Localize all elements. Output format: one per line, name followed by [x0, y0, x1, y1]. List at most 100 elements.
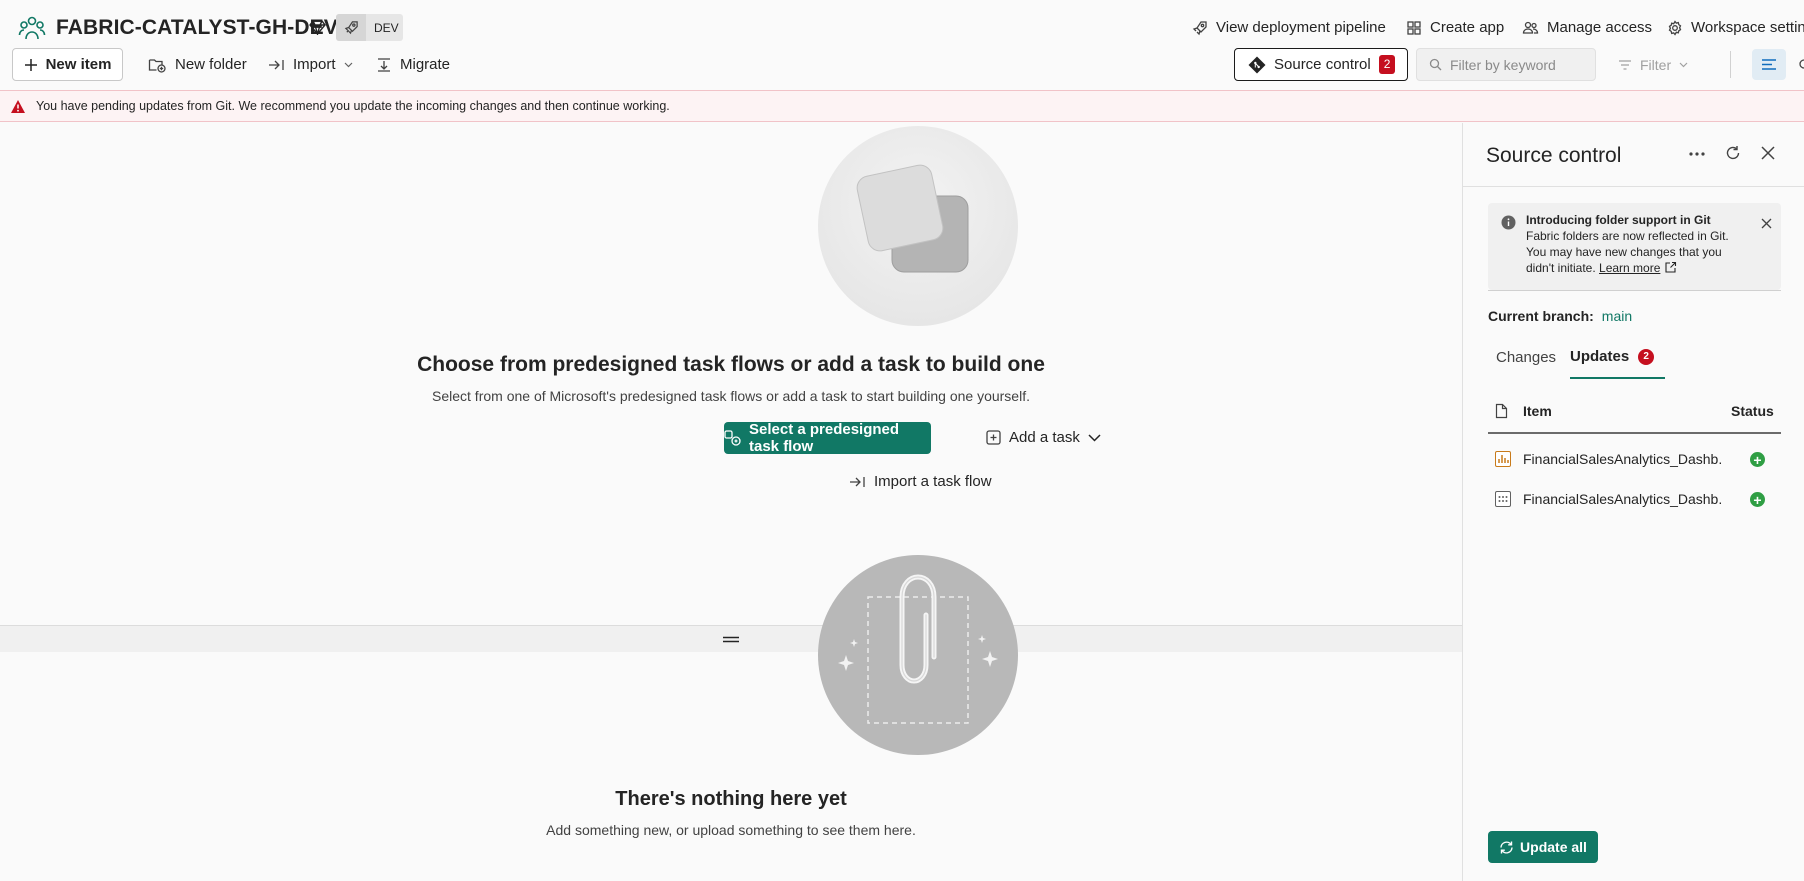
current-branch-name[interactable]: main [1602, 308, 1632, 324]
source-control-button[interactable]: Source control 2 [1234, 48, 1408, 81]
folder-support-info-text: Introducing folder support in Git Fabric… [1526, 212, 1748, 276]
rocket-icon [1192, 20, 1208, 36]
stacked-cards-icon [856, 164, 969, 273]
import-icon [268, 58, 285, 72]
create-app-label: Create app [1430, 19, 1505, 36]
item-column-header[interactable]: Item [1523, 403, 1552, 419]
workspace-settings-label: Workspace settings [1691, 19, 1804, 36]
manage-access-label: Manage access [1547, 19, 1653, 36]
list-view-button[interactable] [1752, 49, 1786, 80]
chevron-down-icon [344, 62, 353, 68]
info-icon [1501, 215, 1516, 230]
import-task-flow-button[interactable]: Import a task flow [849, 473, 992, 490]
select-predesigned-task-flow-button[interactable]: Select a predesigned task flow [724, 421, 931, 455]
paperclip-icon [838, 574, 998, 724]
row-item-name: FinancialSalesAnalytics_Dashb... [1523, 451, 1723, 467]
report-icon [1495, 451, 1511, 467]
migrate-label: Migrate [400, 56, 451, 73]
filter-icon [1618, 59, 1632, 71]
source-control-count-badge: 2 [1378, 55, 1396, 74]
table-row[interactable]: FinancialSalesAnalytics_Dashb... + [1488, 439, 1781, 477]
table-header-divider [1488, 432, 1781, 434]
source-control-panel-title: Source control [1486, 144, 1622, 167]
more-options-icon[interactable] [1689, 152, 1705, 156]
migrate-button[interactable]: Migrate [376, 56, 450, 73]
workspace-title: FABRIC-CATALYST-GH-DEV [56, 16, 338, 39]
import-icon [849, 475, 866, 489]
import-label: Import [293, 56, 336, 73]
updates-count-badge: 2 [1638, 348, 1655, 365]
add-a-task-label: Add a task [1009, 429, 1080, 446]
workspace-settings-link[interactable]: Workspace settings [1667, 19, 1804, 36]
top-bar: FABRIC-CATALYST-GH-DEV DEV View deployme… [0, 0, 1804, 90]
new-folder-button[interactable]: New folder [148, 56, 247, 73]
tab-updates-label: Updates [1570, 348, 1630, 365]
toolbar-divider [1730, 51, 1731, 78]
semantic-model-icon [1495, 491, 1511, 507]
chevron-down-icon [1679, 62, 1688, 68]
update-all-label: Update all [1520, 839, 1587, 855]
task-flow-heading: Choose from predesigned task flows or ad… [417, 353, 1045, 376]
added-status-icon: + [1750, 452, 1765, 467]
plus-icon [24, 58, 38, 72]
refresh-icon[interactable] [1725, 145, 1741, 161]
close-icon[interactable] [1761, 146, 1775, 160]
tab-changes[interactable]: Changes [1496, 349, 1556, 366]
task-flow-illustration [818, 126, 1018, 326]
info-card-divider [1488, 290, 1781, 291]
filter-keyword-placeholder: Filter by keyword [1450, 56, 1556, 73]
add-a-task-button[interactable]: Add a task [986, 429, 1101, 446]
learn-more-link[interactable]: Learn more [1599, 261, 1660, 275]
chevron-down-icon [1088, 433, 1101, 442]
workspace-icon [18, 15, 46, 41]
new-item-button[interactable]: New item [12, 48, 123, 81]
stage-badge[interactable]: DEV [336, 14, 403, 41]
filter-keyword-input[interactable]: Filter by keyword [1416, 48, 1596, 81]
view-deployment-pipeline-link[interactable]: View deployment pipeline [1192, 19, 1386, 36]
folder-support-info-card: Introducing folder support in Git Fabric… [1488, 203, 1781, 290]
added-status-icon: + [1750, 492, 1765, 507]
search-icon [1429, 58, 1442, 71]
filter-label: Filter [1640, 56, 1672, 73]
source-control-panel: Source control Introducing folder suppor… [1462, 123, 1804, 881]
empty-state-heading: There's nothing here yet [615, 788, 847, 810]
manage-access-link[interactable]: Manage access [1522, 19, 1652, 36]
external-link-icon [1664, 261, 1677, 274]
gear-icon [1667, 19, 1683, 36]
empty-state-illustration [818, 555, 1018, 755]
new-item-label: New item [45, 56, 112, 73]
list-view-icon [1761, 58, 1777, 71]
drag-handle-icon [723, 636, 739, 642]
task-flow-subtext: Select from one of Microsoft's predesign… [432, 388, 1030, 404]
warning-icon [10, 99, 26, 114]
active-tab-indicator [1570, 377, 1665, 379]
document-icon [1495, 403, 1508, 419]
stage-badge-label: DEV [374, 20, 399, 35]
current-branch-label: Current branch: [1488, 308, 1594, 324]
git-icon [1248, 56, 1266, 74]
import-button[interactable]: Import [268, 56, 353, 73]
migrate-icon [376, 57, 392, 73]
rocket-icon [336, 14, 366, 41]
filter-button[interactable]: Filter [1604, 48, 1694, 81]
create-app-link[interactable]: Create app [1406, 19, 1504, 36]
table-row[interactable]: FinancialSalesAnalytics_Dashb... + [1488, 479, 1781, 517]
pane-splitter-handle[interactable] [0, 625, 1462, 652]
panel-header-divider [1463, 186, 1804, 187]
update-all-button[interactable]: Update all [1488, 831, 1598, 863]
current-branch-row: Current branch: main [1488, 308, 1632, 324]
row-item-name: FinancialSalesAnalytics_Dashb... [1523, 491, 1723, 507]
select-predesigned-task-flow-label: Select a predesigned task flow [749, 421, 900, 455]
premium-diamond-icon [309, 20, 326, 35]
dismiss-info-icon[interactable] [1761, 218, 1772, 229]
task-flow-icon [724, 430, 741, 446]
status-column-header[interactable]: Status [1731, 403, 1774, 419]
source-control-label: Source control [1274, 56, 1371, 73]
new-folder-label: New folder [175, 56, 247, 73]
folder-support-info-title: Introducing folder support in Git [1526, 213, 1711, 227]
lineage-view-button[interactable] [1797, 56, 1804, 72]
tab-updates[interactable]: Updates 2 [1570, 348, 1655, 365]
empty-state-subtext: Add something new, or upload something t… [546, 822, 916, 838]
view-deployment-pipeline-label: View deployment pipeline [1216, 19, 1386, 36]
folder-add-icon [148, 57, 167, 73]
